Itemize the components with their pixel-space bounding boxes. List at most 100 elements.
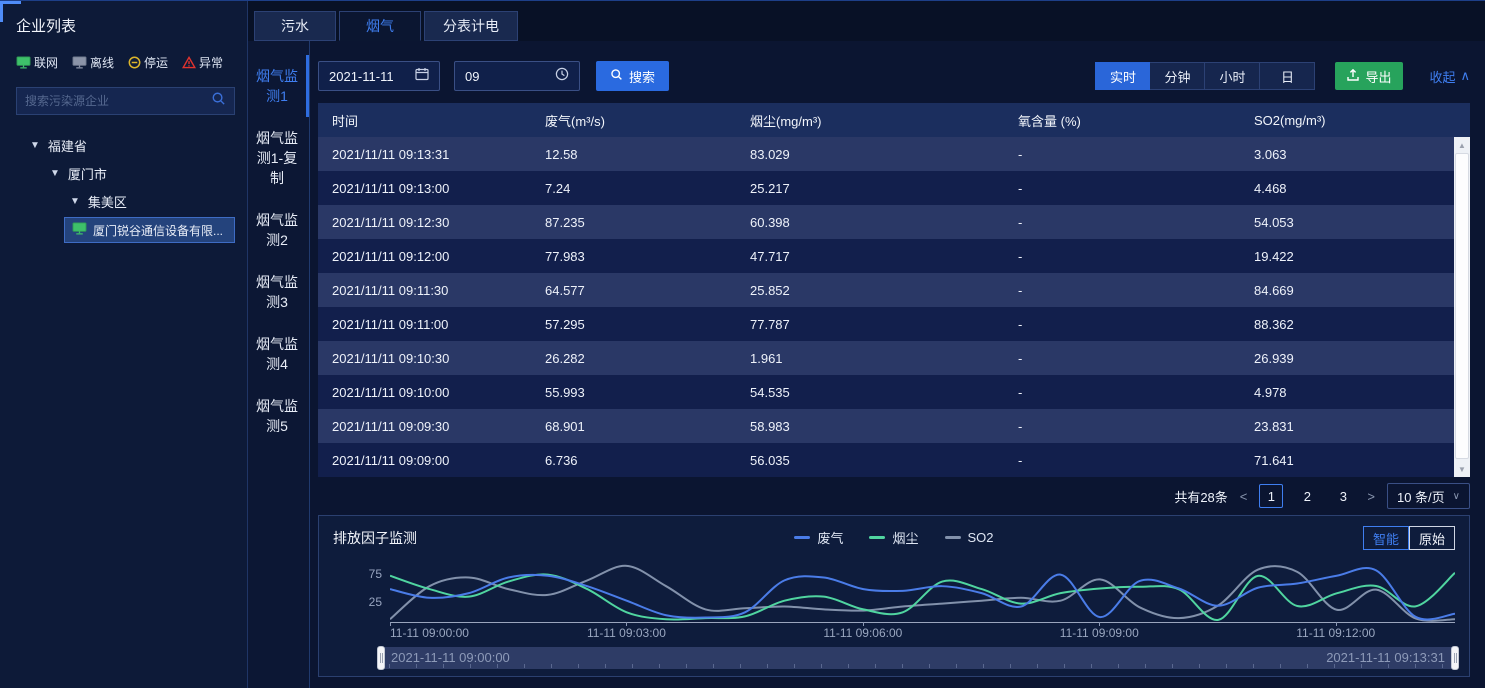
table-row[interactable]: 2021/11/11 09:13:31 12.58 83.029 - 3.063 xyxy=(318,137,1470,171)
hour-input[interactable] xyxy=(465,69,555,84)
clock-icon xyxy=(555,67,569,86)
monitor-nav-item-2[interactable]: 烟气监测2 xyxy=(248,199,309,261)
page-1[interactable]: 1 xyxy=(1259,484,1283,508)
caret-down-icon[interactable]: ▼ xyxy=(50,168,60,179)
cell-time: 2021/11/11 09:10:00 xyxy=(318,385,531,400)
cell-waste-gas: 6.736 xyxy=(531,453,736,468)
tree-node-company-selected[interactable]: 厦门锐谷通信设备有限... xyxy=(64,217,235,243)
page-3[interactable]: 3 xyxy=(1331,484,1355,508)
cell-smoke-dust: 77.787 xyxy=(736,317,1004,332)
collapse-toggle[interactable]: 收起 ∧ xyxy=(1429,67,1470,86)
cell-time: 2021/11/11 09:11:30 xyxy=(318,283,531,298)
chart-plot-area[interactable]: 75 25 xyxy=(390,561,1455,623)
next-page-icon[interactable]: > xyxy=(1367,489,1375,504)
cell-smoke-dust: 25.852 xyxy=(736,283,1004,298)
monitor-nav-item-5[interactable]: 烟气监测5 xyxy=(248,385,309,447)
search-icon[interactable] xyxy=(211,91,226,111)
col-oxygen: 氧含量 (%) xyxy=(1004,111,1240,130)
tree-node-province[interactable]: ▼ 福建省 xyxy=(16,131,235,159)
enterprise-search-box xyxy=(16,87,235,115)
cell-smoke-dust: 25.217 xyxy=(736,181,1004,196)
granularity-minute[interactable]: 分钟 xyxy=(1150,62,1205,90)
page-size-select[interactable]: 10 条/页 ∨ xyxy=(1387,483,1470,509)
scrollbar-thumb[interactable] xyxy=(1455,153,1469,459)
date-picker[interactable] xyxy=(318,61,440,91)
chevron-up-icon: ∧ xyxy=(1460,68,1470,84)
legend-so2[interactable]: SO2 xyxy=(945,528,994,547)
slider-handle-left[interactable] xyxy=(377,646,385,670)
monitor-point-nav: 烟气监测1 烟气监测1-复制 烟气监测2 烟气监测3 烟气监测4 烟气监测5 xyxy=(248,41,310,688)
col-waste-gas: 废气(m³/s) xyxy=(531,111,736,130)
legend-abnormal: 异常 xyxy=(182,54,223,71)
table-row[interactable]: 2021/11/11 09:11:00 57.295 77.787 - 88.3… xyxy=(318,307,1470,341)
table-scrollbar[interactable]: ▲ ▼ xyxy=(1454,137,1470,477)
cell-time: 2021/11/11 09:12:00 xyxy=(318,249,531,264)
emission-factor-chart: 排放因子监测 废气 烟尘 xyxy=(318,515,1470,677)
cell-smoke-dust: 47.717 xyxy=(736,249,1004,264)
table-row[interactable]: 2021/11/11 09:09:00 6.736 56.035 - 71.64… xyxy=(318,443,1470,477)
cell-time: 2021/11/11 09:09:30 xyxy=(318,419,531,434)
export-button[interactable]: 导出 xyxy=(1335,62,1403,90)
x-axis-labels: 11-11 09:00:00 11-11 09:03:00 11-11 09:0… xyxy=(390,623,1455,641)
tab-flue-gas[interactable]: 烟气 xyxy=(339,11,421,41)
legend-waste-gas[interactable]: 废气 xyxy=(794,528,843,547)
table-row[interactable]: 2021/11/11 09:12:00 77.983 47.717 - 19.4… xyxy=(318,239,1470,273)
x-tick-label: 11-11 09:00:00 xyxy=(390,626,469,640)
monitor-online-icon xyxy=(72,222,87,238)
table-row[interactable]: 2021/11/11 09:13:00 7.24 25.217 - 4.468 xyxy=(318,171,1470,205)
x-tick-label: 11-11 09:09:00 xyxy=(1060,626,1139,640)
caret-down-icon[interactable]: ▼ xyxy=(30,140,40,151)
y-tick-75: 75 xyxy=(369,567,382,581)
col-time: 时间 xyxy=(318,111,531,130)
granularity-hour[interactable]: 小时 xyxy=(1205,62,1260,90)
tree-node-city[interactable]: ▼ 厦门市 xyxy=(16,159,235,187)
mode-raw-button[interactable]: 原始 xyxy=(1409,526,1455,550)
cell-smoke-dust: 56.035 xyxy=(736,453,1004,468)
legend-stopped: 停运 xyxy=(128,54,168,71)
granularity-day[interactable]: 日 xyxy=(1260,62,1315,90)
table-row[interactable]: 2021/11/11 09:12:30 87.235 60.398 - 54.0… xyxy=(318,205,1470,239)
chart-lines xyxy=(390,561,1455,622)
pagination: 共有28条 < 1 2 3 > 10 条/页 ∨ xyxy=(318,477,1470,515)
date-input[interactable] xyxy=(329,69,415,84)
tree-node-district[interactable]: ▼ 集美区 xyxy=(16,187,235,215)
cell-waste-gas: 57.295 xyxy=(531,317,736,332)
y-tick-25: 25 xyxy=(369,595,382,609)
mode-smart-button[interactable]: 智能 xyxy=(1363,526,1409,550)
cell-time: 2021/11/11 09:12:30 xyxy=(318,215,531,230)
monitor-nav-item-4[interactable]: 烟气监测4 xyxy=(248,323,309,385)
sidebar-title: 企业列表 xyxy=(16,15,235,36)
enterprise-tree: ▼ 福建省 ▼ 厦门市 ▼ 集美区 厦门锐谷通信设备有限... xyxy=(16,131,235,243)
granularity-realtime[interactable]: 实时 xyxy=(1095,62,1150,90)
cell-waste-gas: 12.58 xyxy=(531,147,736,162)
total-count: 共有28条 xyxy=(1174,487,1227,506)
legend-smoke-dust[interactable]: 烟尘 xyxy=(869,528,918,547)
table-row[interactable]: 2021/11/11 09:10:00 55.993 54.535 - 4.97… xyxy=(318,375,1470,409)
cell-waste-gas: 64.577 xyxy=(531,283,736,298)
monitor-nav-item-1-copy[interactable]: 烟气监测1-复制 xyxy=(248,117,309,199)
cell-so2: 84.669 xyxy=(1240,283,1470,298)
cell-oxygen: - xyxy=(1004,283,1240,298)
x-tick-label: 11-11 09:06:00 xyxy=(823,626,902,640)
table-row[interactable]: 2021/11/11 09:09:30 68.901 58.983 - 23.8… xyxy=(318,409,1470,443)
cell-oxygen: - xyxy=(1004,419,1240,434)
time-range-slider[interactable]: 2021-11-11 09:00:00 2021-11-11 09:13:31 xyxy=(381,647,1455,669)
slider-handle-right[interactable] xyxy=(1451,646,1459,670)
tab-sewage[interactable]: 污水 xyxy=(254,11,336,41)
scroll-down-icon[interactable]: ▼ xyxy=(1454,461,1470,477)
enterprise-search-input[interactable] xyxy=(25,94,211,108)
monitor-nav-item-3[interactable]: 烟气监测3 xyxy=(248,261,309,323)
table-row[interactable]: 2021/11/11 09:11:30 64.577 25.852 - 84.6… xyxy=(318,273,1470,307)
scroll-up-icon[interactable]: ▲ xyxy=(1454,137,1470,153)
monitor-nav-item-1[interactable]: 烟气监测1 xyxy=(248,55,309,117)
cell-so2: 3.063 xyxy=(1240,147,1470,162)
table-row[interactable]: 2021/11/11 09:10:30 26.282 1.961 - 26.93… xyxy=(318,341,1470,375)
page-2[interactable]: 2 xyxy=(1295,484,1319,508)
caret-down-icon[interactable]: ▼ xyxy=(70,196,80,207)
hour-picker[interactable] xyxy=(454,61,580,91)
search-button[interactable]: 搜索 xyxy=(596,61,669,91)
x-tick-label: 11-11 09:03:00 xyxy=(587,626,666,640)
tab-submeter-power[interactable]: 分表计电 xyxy=(424,11,518,41)
prev-page-icon[interactable]: < xyxy=(1240,489,1248,504)
cell-oxygen: - xyxy=(1004,215,1240,230)
